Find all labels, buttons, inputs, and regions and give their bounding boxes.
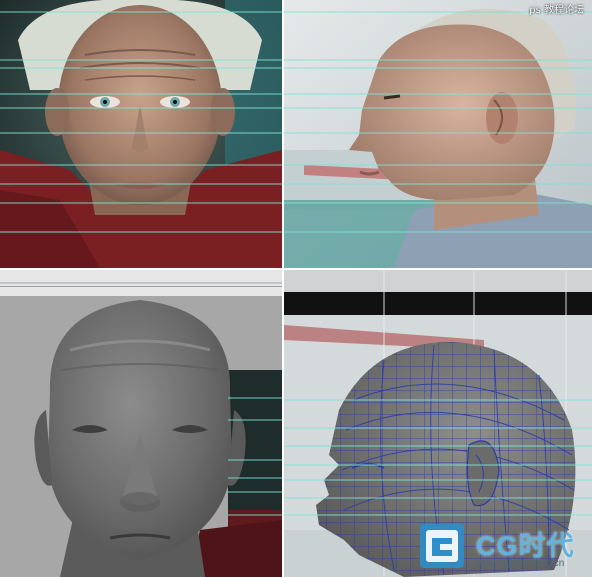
cg-logo: CG时代 www.cgtime.com.cn (418, 520, 588, 574)
watermark-text: ps 教程论坛 (529, 5, 584, 16)
side-face-photo-image (284, 0, 592, 268)
logo-url-text: www.cgtime.com.cn (476, 558, 565, 569)
front-head-render (0, 296, 282, 577)
panel-divider-vertical (282, 0, 284, 577)
panel-divider-horizontal (0, 268, 592, 270)
front-reference-photo (0, 0, 282, 268)
side-reference-photo: ps 教程论坛 (284, 0, 592, 268)
front-view-3d-model (0, 270, 282, 577)
front-face-photo-image (0, 0, 282, 268)
cg-logo-icon (420, 524, 464, 568)
